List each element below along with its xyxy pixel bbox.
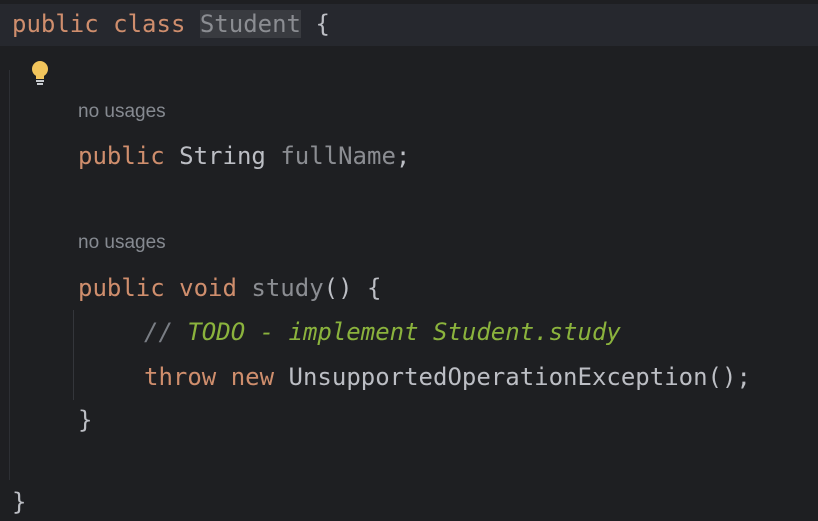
keyword-new: new	[230, 363, 275, 391]
semicolon: ;	[395, 142, 411, 170]
keyword-public: public	[78, 142, 165, 170]
keyword-public: public	[78, 274, 165, 302]
code-line-throw[interactable]: throw new UnsupportedOperationException(…	[144, 359, 751, 395]
method-name: study	[251, 274, 324, 302]
code-line-todo-comment[interactable]: // TODO - implement Student.study	[144, 314, 621, 350]
comment-slashes: //	[144, 318, 173, 346]
type-string: String	[179, 142, 266, 170]
usages-hint[interactable]: no usages	[78, 232, 166, 254]
code-line-method-declaration[interactable]: public void study() {	[78, 270, 381, 306]
code-line-field[interactable]: public String fullName;	[78, 138, 410, 174]
close-brace: }	[78, 406, 93, 434]
open-brace: {	[367, 274, 382, 302]
field-name: fullName	[280, 142, 396, 170]
keyword-throw: throw	[144, 363, 217, 391]
method-indent-guide	[73, 310, 74, 400]
class-name[interactable]: Student	[199, 10, 302, 38]
exception-call: UnsupportedOperationException();	[288, 363, 751, 391]
code-line-class-close[interactable]: }	[12, 484, 26, 520]
todo-comment-text: TODO - implement Student.study	[187, 318, 621, 346]
class-indent-guide	[9, 70, 10, 480]
parentheses: ()	[323, 274, 353, 302]
keyword-public: public	[12, 10, 99, 38]
code-line-method-close[interactable]: }	[78, 402, 92, 438]
keyword-void: void	[179, 274, 237, 302]
code-editor[interactable]: public class Student { no usages public …	[0, 0, 818, 521]
lightbulb-icon[interactable]	[30, 60, 50, 88]
keyword-class: class	[113, 10, 186, 38]
usages-hint[interactable]: no usages	[78, 101, 166, 123]
code-line-class-declaration[interactable]: public class Student {	[12, 6, 330, 42]
open-brace: {	[315, 10, 330, 38]
close-brace: }	[12, 488, 27, 516]
